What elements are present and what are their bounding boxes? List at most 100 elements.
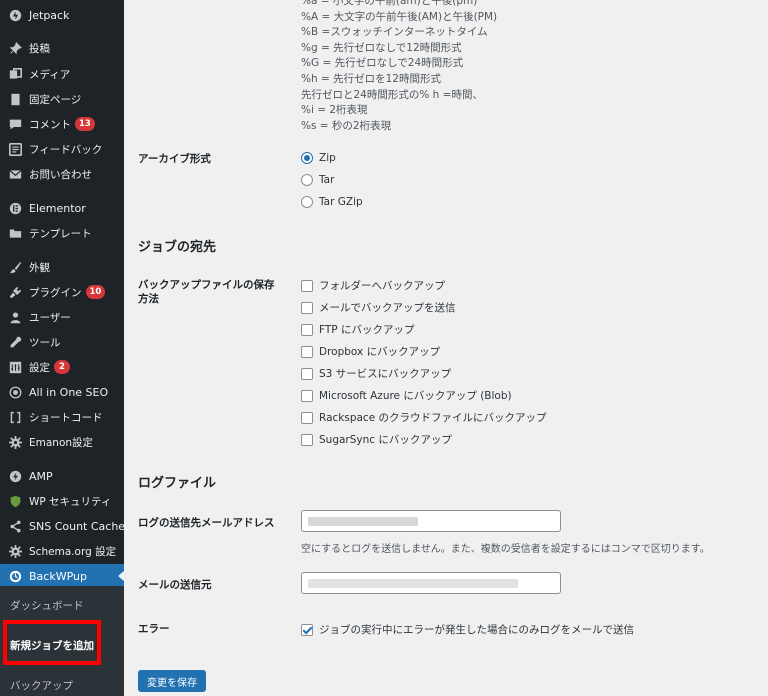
destination-checkbox[interactable] xyxy=(301,279,313,292)
destination-option[interactable]: SugarSync にバックアップ xyxy=(301,432,452,447)
log-email-hint: 空にするとログを送信しません。また、複数の受信者を設定するにはコンマで区切ります… xyxy=(301,544,710,555)
archive-targzip-radio[interactable]: Tar GZip xyxy=(301,196,363,208)
jetpack-icon xyxy=(9,9,22,22)
sidebar-item-label: 外観 xyxy=(29,261,50,274)
destination-checkbox[interactable] xyxy=(301,433,313,446)
error-label: エラー xyxy=(138,623,170,635)
destination-checkbox[interactable] xyxy=(301,301,313,314)
submenu-dashboard[interactable]: ダッシュボード xyxy=(10,598,84,613)
destination-checkbox[interactable] xyxy=(301,367,313,380)
sidebar-item-2[interactable]: メディア xyxy=(0,62,124,86)
sidebar-item-label: Elementor xyxy=(29,201,86,215)
sidebar-item-13[interactable]: 設定 2 xyxy=(0,355,124,379)
seo-icon xyxy=(9,386,22,399)
amp-icon xyxy=(9,470,22,483)
sidebar-item-label: フィードバック xyxy=(29,143,103,156)
gear-icon xyxy=(9,544,22,558)
error-option-label: ジョブの実行中にエラーが発生した場合にのみログをメールで送信 xyxy=(319,624,634,636)
format-line: 先行ゼロと24時間形式の% h =時間、 xyxy=(301,88,483,101)
feedback-icon xyxy=(9,142,22,156)
archive-option-label: Tar GZip xyxy=(319,196,363,208)
sidebar-item-label: Schema.org 設定 xyxy=(29,545,117,558)
destination-checkbox[interactable] xyxy=(301,411,313,424)
sidebar-item-4[interactable]: コメント 13 xyxy=(0,112,124,136)
sidebar-item-label: お問い合わせ xyxy=(29,168,92,181)
admin-sidebar: Jetpack 投稿メディア固定ページコメント 13 フィードバック お問い合わせ Ele… xyxy=(0,0,125,696)
destination-option[interactable]: S3 サービスにバックアップ xyxy=(301,366,451,381)
radio-targzip[interactable] xyxy=(301,196,313,208)
media-icon xyxy=(9,67,22,81)
sidebar-item-5[interactable]: フィードバック xyxy=(0,137,124,161)
sidebar-item-0[interactable]: Jetpack xyxy=(0,3,124,27)
sidebar-item-label: 設定 xyxy=(29,361,50,374)
destination-label: バックアップファイルの保存方法 xyxy=(138,279,275,305)
main-content: %a = 小文字の午前(am)と午後(pm) %A = 大文字の午前午後(AM)と… xyxy=(124,0,768,696)
archive-format-label: アーカイブ形式 xyxy=(138,153,211,165)
destination-option[interactable]: Rackspace のクラウドファイルにバックアップ xyxy=(301,410,547,425)
destination-option-label: メールでバックアップを送信 xyxy=(319,302,456,314)
sidebar-item-21[interactable]: BackWPup xyxy=(0,564,125,588)
sidebar-item-label: AMP xyxy=(29,469,53,483)
radio-zip[interactable] xyxy=(301,152,313,164)
format-line: %a = 小文字の午前(am)と午後(pm) xyxy=(301,0,478,7)
destination-option[interactable]: FTP にバックアップ xyxy=(301,322,414,337)
archive-zip-radio[interactable]: Zip xyxy=(301,152,336,164)
destination-option-label: Dropbox にバックアップ xyxy=(319,346,441,358)
job-destination-title: ジョブの宛先 xyxy=(138,240,217,255)
sidebar-item-label: Jetpack xyxy=(29,8,70,22)
format-line: %A = 大文字の午前午後(AM)と午後(PM) xyxy=(301,10,498,23)
sidebar-item-label: ユーザー xyxy=(29,311,71,324)
save-changes-button[interactable]: 変更を保存 xyxy=(138,670,206,692)
destination-option[interactable]: メールでバックアップを送信 xyxy=(301,300,456,315)
plugin-icon xyxy=(9,286,22,299)
mail-icon xyxy=(9,168,22,181)
count-badge: 2 xyxy=(54,360,70,374)
sidebar-item-18[interactable]: WP セキュリティ xyxy=(0,489,124,513)
sidebar-item-14[interactable]: All in One SEO xyxy=(0,380,124,404)
sidebar-item-label: Emanon設定 xyxy=(29,436,94,449)
destination-checkbox[interactable] xyxy=(301,345,313,358)
sidebar-item-15[interactable]: ショートコード xyxy=(0,405,124,429)
sidebar-item-6[interactable]: お問い合わせ xyxy=(0,162,124,186)
archive-option-label: Zip xyxy=(319,152,336,164)
destination-checkbox[interactable] xyxy=(301,389,313,402)
count-badge: 13 xyxy=(75,117,95,131)
log-email-label: ログの送信先メールアドレス xyxy=(138,517,275,529)
error-checkbox[interactable] xyxy=(301,623,313,636)
sidebar-item-8[interactable]: テンプレート xyxy=(0,221,124,245)
destination-option-label: S3 サービスにバックアップ xyxy=(319,368,452,380)
sidebar-item-9[interactable]: 外観 xyxy=(0,255,124,279)
sidebar-item-label: 投稿 xyxy=(29,42,50,55)
destination-checkbox[interactable] xyxy=(301,323,313,336)
archive-tar-radio[interactable]: Tar xyxy=(301,174,334,186)
sidebar-item-16[interactable]: Emanon設定 xyxy=(0,430,124,454)
destination-option[interactable]: Microsoft Azure にバックアップ (Blob) xyxy=(301,388,512,403)
submenu-add-job[interactable]: 新規ジョブを追加 xyxy=(10,638,94,653)
sidebar-item-label: テンプレート xyxy=(29,227,92,240)
sidebar-item-1[interactable]: 投稿 xyxy=(0,36,124,60)
submenu-backup[interactable]: バックアップ xyxy=(10,678,73,693)
error-only-checkbox[interactable]: ジョブの実行中にエラーが発生した場合にのみログをメールで送信 xyxy=(301,622,634,637)
sidebar-item-7[interactable]: Elementor xyxy=(0,196,124,220)
sidebar-item-12[interactable]: ツール xyxy=(0,330,124,354)
destination-option[interactable]: フォルダーへバックアップ xyxy=(301,278,445,293)
destination-option-label: Rackspace のクラウドファイルにバックアップ xyxy=(319,412,547,424)
sidebar-item-10[interactable]: プラグイン 10 xyxy=(0,280,124,304)
comment-icon xyxy=(9,118,22,131)
share-icon xyxy=(9,520,22,533)
redacted-email xyxy=(308,517,418,526)
sidebar-item-label: 固定ページ xyxy=(29,93,82,106)
destination-option-label: フォルダーへバックアップ xyxy=(319,280,445,292)
radio-tar[interactable] xyxy=(301,174,313,186)
destination-option-label: FTP にバックアップ xyxy=(319,324,415,336)
sidebar-item-11[interactable]: ユーザー xyxy=(0,305,124,329)
destination-option[interactable]: Dropbox にバックアップ xyxy=(301,344,440,359)
sidebar-item-label: ツール xyxy=(29,336,61,349)
sender-input[interactable] xyxy=(301,572,561,594)
sidebar-item-19[interactable]: SNS Count Cache xyxy=(0,514,125,538)
sidebar-item-20[interactable]: Schema.org 設定 xyxy=(0,539,124,563)
sidebar-item-17[interactable]: AMP xyxy=(0,464,124,488)
log-email-input[interactable] xyxy=(301,510,561,532)
sidebar-item-3[interactable]: 固定ページ xyxy=(0,87,124,111)
pin-icon xyxy=(9,41,22,55)
